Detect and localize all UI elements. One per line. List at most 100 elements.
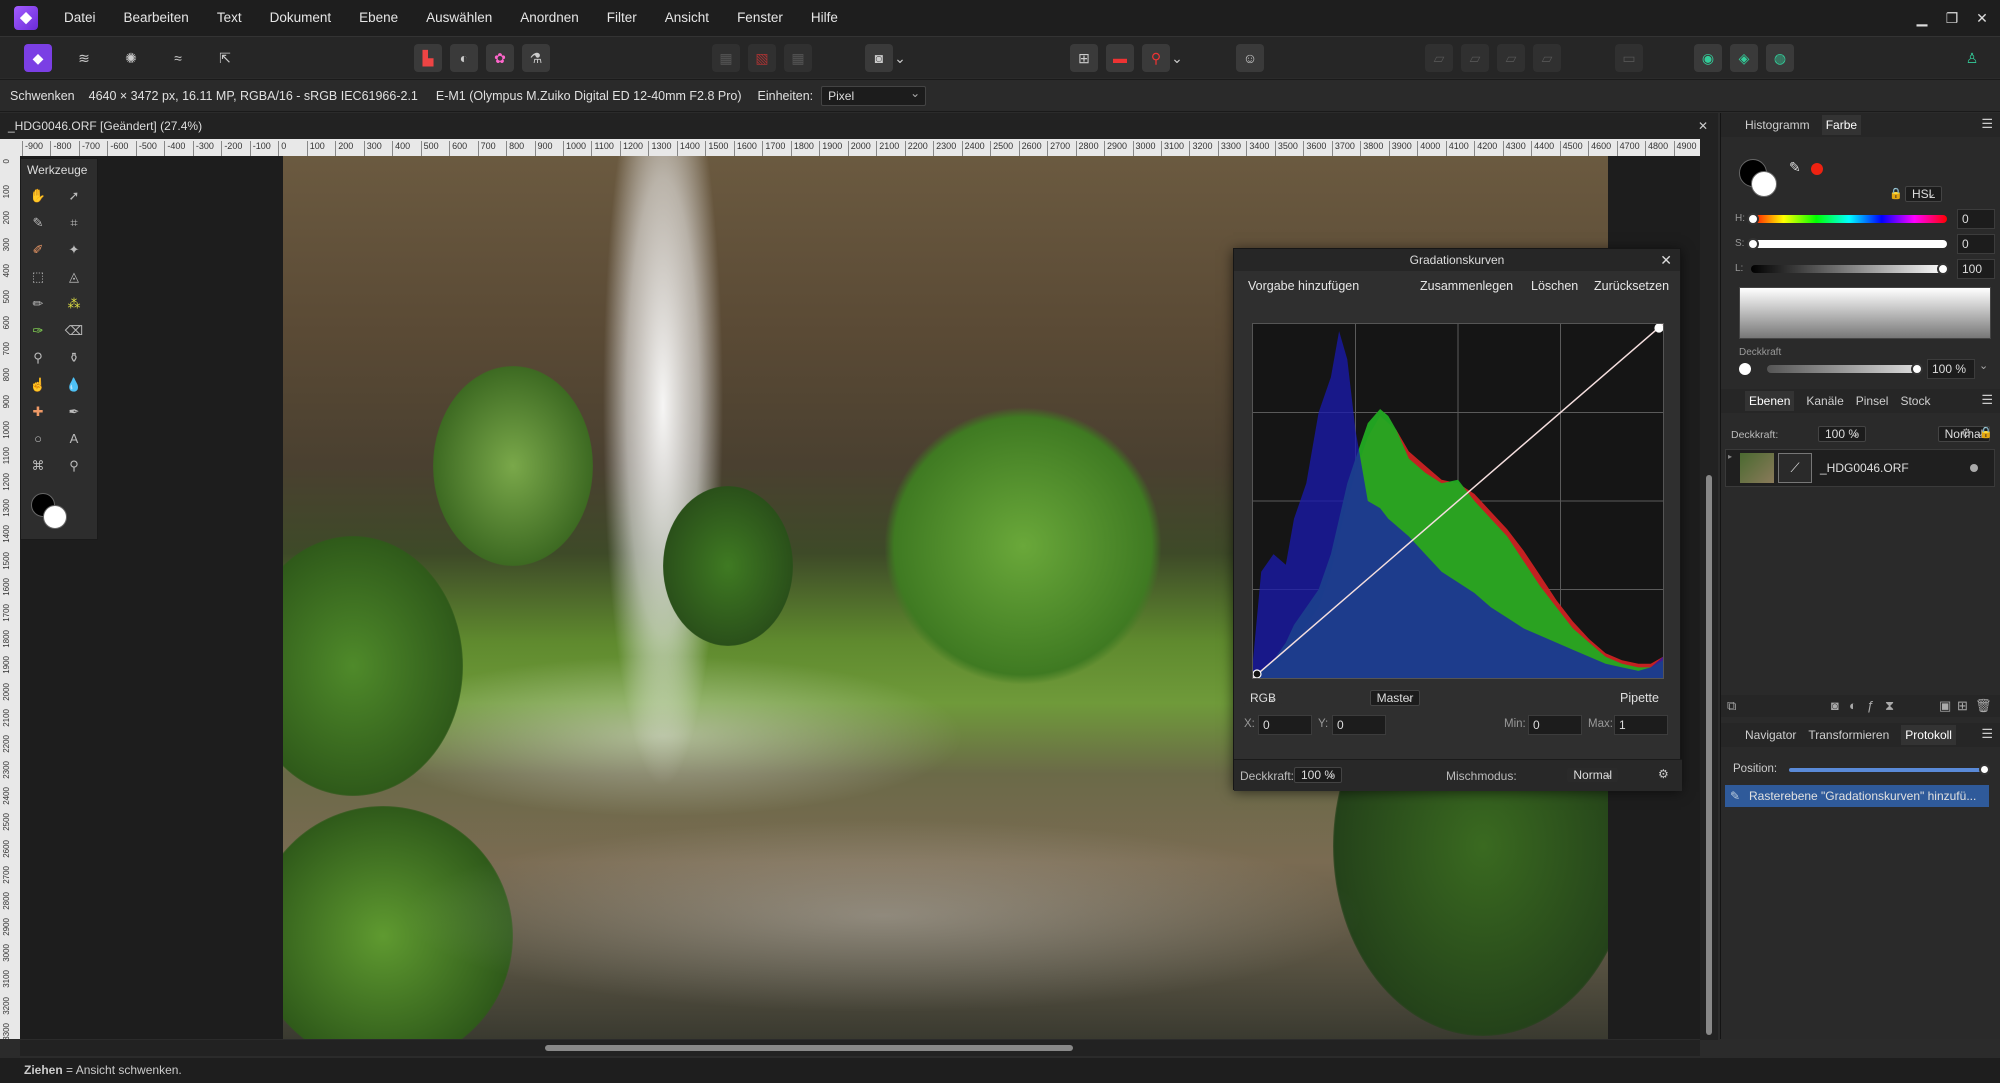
max-input[interactable]: 1: [1614, 715, 1668, 735]
menu-hilfe[interactable]: Hilfe: [797, 0, 852, 36]
develop-persona-icon[interactable]: ✺: [117, 44, 145, 72]
flood-select-icon[interactable]: ✦: [63, 239, 85, 261]
layer-opacity-select[interactable]: 100 %: [1817, 426, 1866, 442]
curve-control-point[interactable]: [1253, 669, 1262, 678]
menu-ebene[interactable]: Ebene: [345, 0, 412, 36]
curves-title-bar[interactable]: Gradationskurven ✕: [1234, 249, 1680, 271]
zoom-tool-icon[interactable]: ⚲: [63, 455, 85, 477]
saturation-slider[interactable]: [1751, 240, 1947, 248]
quick-mask-icon[interactable]: ◙: [865, 44, 893, 72]
dodge-tool-icon[interactable]: ⚲: [27, 347, 49, 369]
expand-icon[interactable]: ▸: [1728, 452, 1732, 461]
panel-menu-icon[interactable]: ☰: [1981, 726, 1993, 742]
tab-channels[interactable]: Kanäle: [1806, 394, 1843, 408]
mesh-warp-icon[interactable]: ⌘: [27, 455, 49, 477]
arrange-backward-icon[interactable]: ▱: [1497, 44, 1525, 72]
move-tool-icon[interactable]: ➚: [63, 185, 85, 207]
clone-brush-icon[interactable]: ⚱: [63, 347, 85, 369]
merge-button[interactable]: Zusammenlegen: [1420, 279, 1513, 293]
boolean-subtract-icon[interactable]: ◈: [1730, 44, 1758, 72]
trash-icon[interactable]: 🗑: [1975, 698, 1992, 714]
tab-layers[interactable]: Ebenen: [1745, 391, 1795, 411]
arrange-forward-icon[interactable]: ▱: [1461, 44, 1489, 72]
close-window-icon[interactable]: ✕: [1967, 0, 1997, 36]
levels-icon[interactable]: ▙: [414, 44, 442, 72]
menu-auswaehlen[interactable]: Auswählen: [412, 0, 506, 36]
boolean-add-icon[interactable]: ◉: [1694, 44, 1722, 72]
pixel-tool-icon[interactable]: ⁂: [63, 293, 85, 315]
liquify-persona-icon[interactable]: ≋: [70, 44, 98, 72]
assistant-icon[interactable]: ⚲: [1142, 44, 1170, 72]
restore-icon[interactable]: ❐: [1937, 0, 1967, 36]
menu-filter[interactable]: Filter: [593, 0, 651, 36]
color-replacement-icon[interactable]: ✑: [27, 320, 49, 342]
mode-select[interactable]: Master: [1369, 690, 1421, 706]
history-entry[interactable]: ✎ Rasterebene "Gradationskurven" hinzufü…: [1725, 785, 1989, 807]
minimize-icon[interactable]: ▁: [1907, 0, 1937, 36]
history-position-knob[interactable]: [1979, 764, 1990, 775]
tab-brushes[interactable]: Pinsel: [1856, 394, 1889, 408]
histogram-chart[interactable]: [1253, 324, 1663, 678]
color-model-select[interactable]: HSL: [1905, 186, 1943, 202]
secondary-color-swatch[interactable]: [43, 505, 67, 529]
crop-tool-icon[interactable]: ⌗: [63, 212, 85, 234]
hourglass-icon[interactable]: ⧗: [1885, 698, 1894, 714]
menu-datei[interactable]: Datei: [50, 0, 110, 36]
split-view-icon[interactable]: ▬: [1106, 44, 1134, 72]
tab-stock[interactable]: Stock: [1900, 394, 1930, 408]
erase-brush-icon[interactable]: ⌫: [63, 320, 85, 342]
smudge-tool-icon[interactable]: ☝: [27, 374, 49, 396]
tone-mapping-persona-icon[interactable]: ≈: [164, 44, 192, 72]
picked-color-swatch[interactable]: [1811, 163, 1823, 175]
close-icon[interactable]: ✕: [1660, 249, 1672, 271]
lightness-slider-knob[interactable]: [1937, 263, 1949, 275]
reset-button[interactable]: Zurücksetzen: [1594, 279, 1669, 293]
curve-control-point[interactable]: [1654, 324, 1663, 333]
picker-button[interactable]: Pipette: [1620, 691, 1659, 705]
layer-visibility-icon[interactable]: [1970, 464, 1978, 472]
history-position-slider[interactable]: [1789, 768, 1985, 772]
saturation-slider-knob[interactable]: [1747, 238, 1759, 250]
h-input[interactable]: 0: [1957, 209, 1995, 229]
channel-select[interactable]: RGB: [1244, 691, 1283, 705]
layer-settings-icon[interactable]: ⚙: [1961, 426, 1972, 440]
delete-button[interactable]: Löschen: [1531, 279, 1578, 293]
chevron-down-icon[interactable]: ⌄: [1170, 44, 1184, 72]
color-opacity-input[interactable]: 100 %: [1927, 359, 1975, 379]
grid-icon[interactable]: ⊞: [1070, 44, 1098, 72]
arrange-back-icon[interactable]: ▱: [1533, 44, 1561, 72]
invert-selection-icon[interactable]: ▦: [784, 44, 812, 72]
layer-row[interactable]: ▸ ⟋ _HDG0046.ORF: [1725, 449, 1995, 487]
pen-tool-icon[interactable]: ✒: [63, 401, 85, 423]
lightness-slider[interactable]: [1751, 265, 1947, 273]
menu-dokument[interactable]: Dokument: [256, 0, 346, 36]
group-icon[interactable]: ▣: [1939, 698, 1951, 714]
tab-navigator[interactable]: Navigator: [1745, 728, 1796, 742]
horizontal-scroll-thumb[interactable]: [545, 1045, 1073, 1051]
stroke-color-swatch[interactable]: [1751, 171, 1777, 197]
blend-mode-select[interactable]: Normal: [1567, 768, 1619, 782]
layer-lock-icon[interactable]: 🔒: [1979, 426, 1993, 439]
units-select[interactable]: Pixel: [821, 84, 927, 106]
vertical-scroll-thumb[interactable]: [1706, 475, 1712, 1035]
settings-gear-icon[interactable]: ⚙: [1658, 767, 1669, 781]
menu-anordnen[interactable]: Anordnen: [506, 0, 593, 36]
user-account-icon[interactable]: ♙: [1958, 44, 1986, 72]
mask-icon[interactable]: ◙: [1831, 698, 1839, 713]
color-spectrum[interactable]: [1739, 287, 1991, 339]
menu-ansicht[interactable]: Ansicht: [651, 0, 723, 36]
vertical-scrollbar[interactable]: [1700, 139, 1718, 1040]
hue-slider-knob[interactable]: [1747, 213, 1759, 225]
color-picker-tool-icon[interactable]: ✎: [27, 212, 49, 234]
adjustment-icon[interactable]: ◐: [1849, 698, 1857, 713]
curves-graph[interactable]: [1252, 323, 1664, 679]
boolean-intersect-icon[interactable]: ◍: [1766, 44, 1794, 72]
color-opacity-slider[interactable]: [1767, 365, 1919, 373]
flood-fill-icon[interactable]: ◬: [63, 266, 85, 288]
hand-tool-icon[interactable]: ✋: [27, 185, 49, 207]
paint-brush-icon[interactable]: ✏: [27, 293, 49, 315]
text-tool-icon[interactable]: A: [63, 428, 85, 450]
tab-color[interactable]: Farbe: [1821, 115, 1862, 135]
layer-duplicate-icon[interactable]: ⧉: [1727, 698, 1736, 714]
ellipse-tool-icon[interactable]: ○: [27, 428, 49, 450]
